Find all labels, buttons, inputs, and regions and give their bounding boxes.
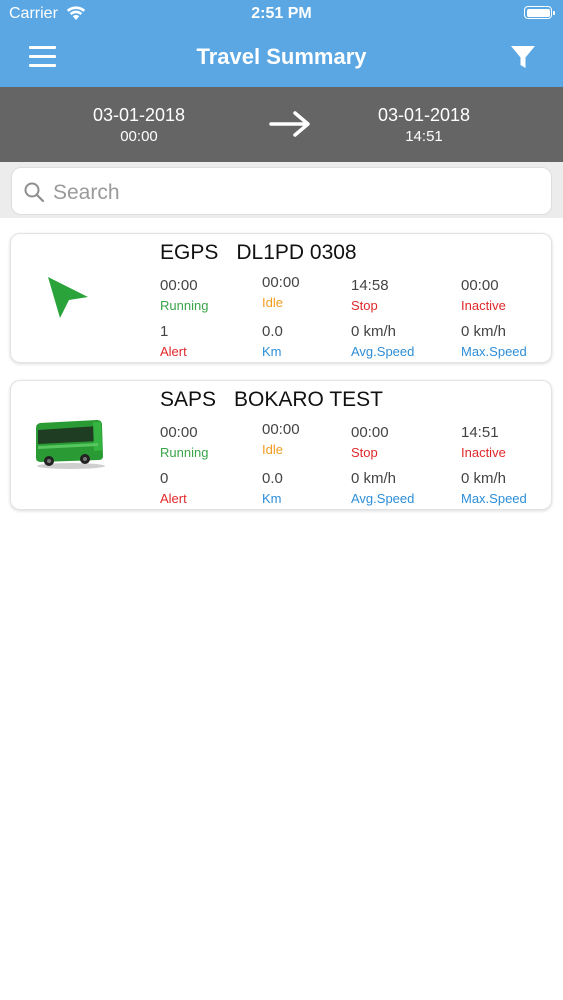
from-date: 03-01-2018 bbox=[92, 105, 186, 125]
avg-speed-stat: 0 km/h Avg.Speed bbox=[351, 323, 415, 359]
vehicle-group: EGPS bbox=[160, 241, 219, 264]
running-stat: 00:00 Running bbox=[160, 277, 209, 313]
filter-funnel-icon[interactable] bbox=[509, 43, 537, 71]
date-from[interactable]: 03-01-2018 00:00 bbox=[59, 105, 219, 145]
search-container bbox=[0, 162, 563, 218]
vehicle-title: EGPS DL1PD 0308 bbox=[160, 241, 357, 265]
running-stat: 00:00 Running bbox=[160, 424, 209, 460]
to-time: 14:51 bbox=[405, 128, 443, 145]
max-speed-stat: 0 km/h Max.Speed bbox=[461, 323, 527, 359]
green-bus-icon bbox=[36, 420, 105, 469]
stop-stat: 00:00 Stop bbox=[351, 424, 389, 460]
alert-stat: 0 Alert bbox=[160, 470, 187, 506]
max-speed-stat: 0 km/h Max.Speed bbox=[461, 470, 527, 506]
status-bar: Carrier 2:51 PM bbox=[0, 0, 563, 30]
navigation-bar: Carrier 2:51 PM Travel Summary bbox=[0, 0, 563, 87]
avg-speed-stat: 0 km/h Avg.Speed bbox=[351, 470, 415, 506]
date-to[interactable]: 03-01-2018 14:51 bbox=[344, 105, 504, 145]
alert-stat: 1 Alert bbox=[160, 323, 187, 359]
from-time: 00:00 bbox=[120, 128, 158, 145]
right-arrow-icon bbox=[269, 111, 310, 137]
search-icon bbox=[24, 182, 45, 203]
vehicle-title: SAPS BOKARO TEST bbox=[160, 388, 383, 412]
to-date: 03-01-2018 bbox=[377, 105, 471, 125]
inactive-stat: 00:00 Inactive bbox=[461, 277, 506, 313]
search-box[interactable] bbox=[11, 167, 552, 215]
date-range-bar: 03-01-2018 00:00 03-01-2018 14:51 bbox=[0, 87, 563, 162]
vehicle-card[interactable]: EGPS DL1PD 0308 00:00 Running 00:00 Idle … bbox=[10, 233, 552, 363]
vehicle-name: DL1PD 0308 bbox=[236, 241, 357, 264]
stop-stat: 14:58 Stop bbox=[351, 277, 389, 313]
vehicle-group: SAPS bbox=[160, 388, 217, 411]
vehicle-name: BOKARO TEST bbox=[234, 388, 384, 411]
vehicle-card[interactable]: SAPS BOKARO TEST 00:00 Running 00:00 Idle… bbox=[10, 380, 552, 510]
green-navigation-arrow-icon bbox=[48, 277, 88, 318]
inactive-stat: 14:51 Inactive bbox=[461, 424, 506, 460]
page-title: Travel Summary bbox=[196, 44, 367, 69]
status-time: 2:51 PM bbox=[251, 5, 312, 22]
battery-icon bbox=[524, 6, 555, 19]
search-input[interactable] bbox=[51, 177, 535, 209]
